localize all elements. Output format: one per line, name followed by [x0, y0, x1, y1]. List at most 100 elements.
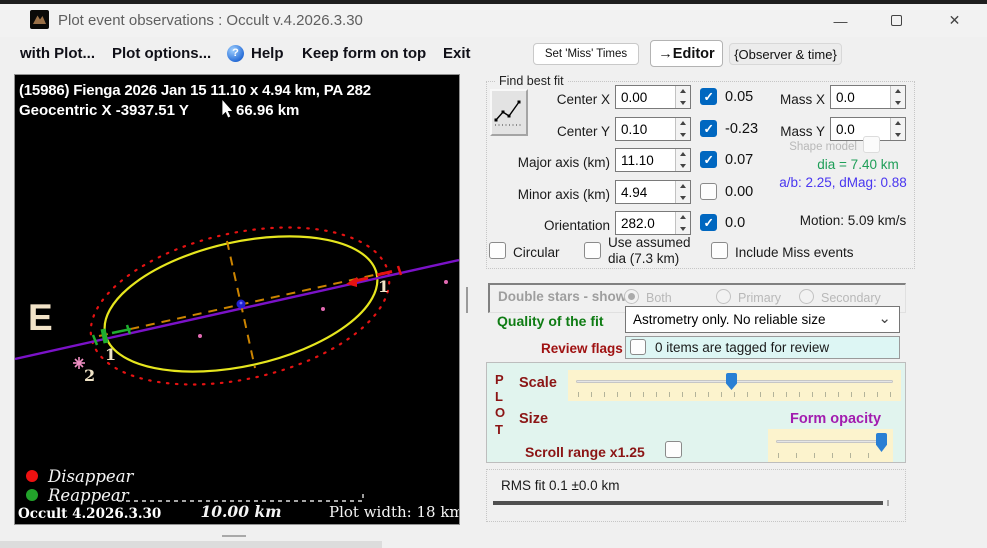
spin-down-icon[interactable] — [676, 129, 690, 140]
spin-up-icon[interactable] — [676, 118, 690, 129]
field-star-dot — [198, 334, 202, 338]
menu-with-plot[interactable]: with Plot... — [20, 45, 95, 67]
center-x-spinner[interactable]: 0.00 — [615, 85, 691, 109]
observer-time-label: {Observer & time} — [734, 46, 837, 62]
window-bottom-edge — [0, 541, 382, 548]
center-y-delta: -0.23 — [725, 121, 759, 137]
form-opacity-slider-thumb[interactable] — [876, 433, 887, 452]
resize-grip[interactable] — [222, 535, 246, 537]
field-star-dot — [444, 280, 448, 284]
double-stars-primary-label: Primary — [738, 291, 782, 305]
scroll-range-label: Scroll range x1.25 — [525, 444, 645, 460]
reappear-legend-dot — [26, 489, 38, 501]
east-direction-label: E — [28, 297, 53, 338]
splitter-grip[interactable] — [466, 287, 468, 313]
mass-y-label: Mass Y — [780, 124, 825, 139]
review-flags-label: Review flags — [541, 341, 623, 356]
chevron-down-icon: ⌄ — [878, 310, 891, 327]
spin-down-icon[interactable] — [891, 129, 905, 140]
spin-down-icon[interactable] — [676, 160, 690, 171]
double-stars-secondary-radio — [799, 289, 814, 304]
spin-up-icon[interactable] — [891, 86, 905, 97]
spin-up-icon[interactable] — [676, 86, 690, 97]
spin-down-icon[interactable] — [676, 223, 690, 234]
center-y-spinner[interactable]: 0.10 — [615, 117, 691, 141]
minimize-icon: — — [833, 12, 848, 29]
form-opacity-slider[interactable] — [768, 429, 893, 462]
center-x-value: 0.00 — [621, 90, 648, 105]
scale-bar — [117, 493, 364, 502]
circular-checkbox[interactable] — [489, 242, 506, 259]
set-miss-times-button[interactable]: Set 'Miss' Times — [533, 43, 639, 65]
orientation-spinner[interactable]: 282.0 — [615, 211, 691, 235]
include-miss-checkbox[interactable] — [711, 242, 728, 259]
editor-label: →Editor — [658, 45, 715, 62]
plot-canvas[interactable]: 1 1 2 (15986) Fienga 2026 Jan 15 11.10 x… — [14, 74, 460, 525]
disappear-station-label: 1 — [378, 277, 389, 296]
form-opacity-slider-ticks — [778, 453, 883, 458]
motion-readout: Motion: 5.09 km/s — [799, 213, 907, 228]
scroll-range-checkbox[interactable] — [665, 441, 682, 458]
editor-button[interactable]: →Editor — [650, 40, 723, 67]
spin-down-icon[interactable] — [891, 97, 905, 108]
minor-axis-fit-checkbox[interactable] — [700, 183, 717, 200]
spin-down-icon[interactable] — [676, 97, 690, 108]
major-axis-fit-checkbox[interactable] — [700, 151, 717, 168]
center-y-fit-checkbox[interactable] — [700, 120, 717, 137]
menu-plot-options[interactable]: Plot options... — [112, 45, 211, 67]
scale-slider-thumb[interactable] — [726, 373, 737, 390]
observer-time-button[interactable]: {Observer & time} — [729, 43, 842, 65]
major-axis-label: Major axis (km) — [517, 155, 610, 170]
center-x-fit-checkbox[interactable] — [700, 88, 717, 105]
spin-up-icon[interactable] — [676, 181, 690, 192]
use-assumed-line1: Use assumed — [608, 235, 691, 250]
major-axis-spinner[interactable]: 11.10 — [615, 148, 691, 172]
spin-down-icon[interactable] — [676, 192, 690, 203]
close-button[interactable]: ✕ — [932, 4, 977, 37]
menu-exit[interactable]: Exit — [443, 45, 471, 67]
minor-axis-spinner[interactable]: 4.94 — [615, 180, 691, 204]
major-axis-delta: 0.07 — [725, 152, 754, 168]
mass-x-label: Mass X — [779, 92, 825, 107]
scale-bar-label: 10.00 km — [200, 502, 281, 521]
menu-help[interactable]: Help — [251, 45, 284, 67]
orientation-delta: 0.0 — [725, 215, 746, 231]
center-dot-highlight — [239, 301, 243, 305]
menu-keep-on-top[interactable]: Keep form on top — [302, 45, 426, 67]
form-opacity-label: Form opacity — [790, 411, 882, 427]
maximize-button[interactable] — [874, 4, 919, 37]
quality-of-fit-select[interactable]: Astrometry only. No reliable size ⌄ — [625, 306, 900, 333]
center-y-value: 0.10 — [621, 122, 648, 137]
occult-plot-window: Plot event observations : Occult v.4.202… — [0, 0, 987, 548]
review-flags-checkbox[interactable] — [630, 339, 646, 355]
use-assumed-dia-checkbox[interactable] — [584, 242, 601, 259]
diameter-readout: dia = 7.40 km — [817, 157, 899, 172]
plot-header-line2-prefix: Geocentric X -3937.51 Y — [19, 102, 189, 119]
center-y-label: Center Y — [556, 124, 610, 139]
app-icon — [30, 10, 49, 29]
double-stars-label: Double stars - show — [498, 289, 627, 304]
spin-up-icon[interactable] — [676, 212, 690, 223]
mass-x-value: 0.0 — [836, 90, 855, 105]
orientation-fit-checkbox[interactable] — [700, 214, 717, 231]
disappear-legend-label: Disappear — [47, 467, 135, 486]
orientation-label: Orientation — [543, 218, 610, 233]
set-miss-times-label: Set 'Miss' Times — [544, 48, 628, 60]
double-stars-both-radio — [624, 289, 639, 304]
version-label: Occult 4.2026.3.30 — [18, 506, 161, 522]
spin-up-icon[interactable] — [676, 149, 690, 160]
circular-label: Circular — [513, 245, 560, 260]
plot-panel-label: PLOT — [495, 372, 506, 437]
minor-axis-label: Minor axis (km) — [517, 187, 610, 202]
mass-x-spinner[interactable]: 0.0 — [830, 85, 906, 109]
disappear-legend-dot — [26, 470, 38, 482]
scale-slider[interactable] — [568, 370, 901, 401]
form-opacity-slider-track[interactable] — [776, 440, 885, 443]
review-flags-box: 0 items are tagged for review — [625, 336, 900, 359]
size-label: Size — [519, 411, 549, 427]
minor-axis-value: 4.94 — [621, 185, 648, 200]
spin-up-icon[interactable] — [891, 118, 905, 129]
minimize-button[interactable]: — — [818, 4, 863, 37]
major-axis-value: 11.10 — [621, 153, 654, 168]
title-bar: Plot event observations : Occult v.4.202… — [0, 4, 987, 37]
